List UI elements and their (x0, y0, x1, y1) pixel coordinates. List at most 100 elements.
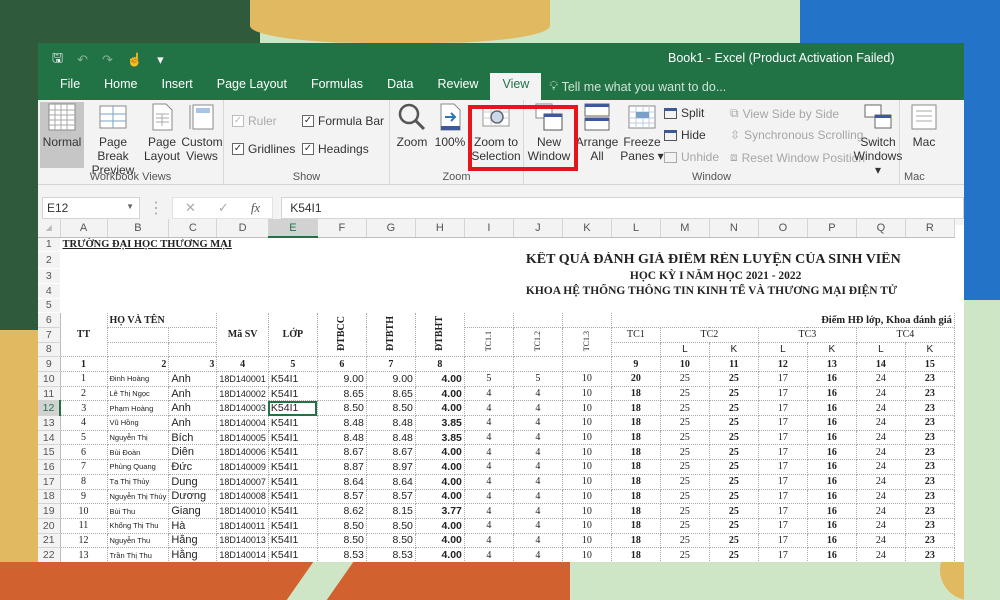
cell-ma-sv[interactable]: 18D140003 (216, 400, 269, 417)
cell-tc4-l[interactable]: 24 (855, 400, 906, 417)
column-header-K[interactable]: K (562, 219, 612, 238)
cell-tc4-l[interactable]: 24 (855, 503, 906, 519)
cell[interactable] (317, 252, 366, 269)
cell-k[interactable]: 10 (561, 473, 612, 490)
cell-ma-sv[interactable]: 18D140013 (216, 532, 269, 549)
redo-icon[interactable]: ↷ (102, 52, 113, 68)
cell[interactable] (415, 269, 464, 284)
row-header-3[interactable]: 3 (38, 268, 60, 284)
cell-tc4-l[interactable]: 24 (855, 547, 906, 562)
tab-data[interactable]: Data (375, 73, 425, 100)
header-l[interactable]: L (659, 341, 710, 358)
cell-k[interactable]: 10 (561, 400, 612, 417)
cell-tc3-k[interactable]: 16 (806, 429, 857, 446)
cell[interactable] (856, 237, 905, 252)
cell-tc1[interactable]: 18 (610, 444, 661, 461)
index-cell[interactable]: 9 (610, 356, 661, 372)
cell[interactable] (610, 341, 661, 358)
zoom-button[interactable]: Zoom (394, 102, 430, 149)
cell[interactable] (464, 269, 513, 284)
row-header-22[interactable]: 22 (38, 547, 61, 562)
column-header-P[interactable]: P (807, 219, 857, 238)
header-l[interactable]: L (855, 341, 906, 358)
cell[interactable] (464, 252, 513, 269)
cell[interactable] (366, 269, 415, 284)
cell-k[interactable]: 10 (561, 415, 612, 431)
cell-ma-sv[interactable]: 18D140009 (216, 459, 269, 475)
cell-dtbth[interactable]: 8.65 (365, 385, 416, 402)
cell-lop[interactable]: K54I1 (267, 459, 318, 475)
cell-tt[interactable]: 4 (59, 415, 108, 431)
cell-tc2-l[interactable]: 25 (659, 400, 710, 417)
column-header-R[interactable]: R (905, 219, 955, 238)
cell-dtbth[interactable]: 8.50 (365, 400, 416, 417)
row-header-4[interactable]: 4 (38, 283, 60, 299)
row-header-7[interactable]: 7 (38, 327, 61, 343)
formula-input[interactable]: K54I1 (281, 197, 964, 219)
cell-tc3-l[interactable]: 17 (757, 473, 808, 490)
cell[interactable] (217, 252, 269, 269)
reset-window-position-button[interactable]: ⧈ Reset Window Position (730, 150, 865, 165)
cell-dtbcc[interactable]: 8.50 (316, 400, 367, 417)
cell[interactable] (561, 312, 612, 328)
column-header-H[interactable]: H (415, 219, 465, 238)
headings-checkbox[interactable]: ✓ Headings (302, 142, 369, 156)
cell[interactable] (464, 237, 513, 252)
cell-tc3-k[interactable]: 16 (806, 400, 857, 417)
header-lop[interactable]: LỚP (267, 312, 318, 358)
cell[interactable] (107, 252, 169, 269)
column-header-N[interactable]: N (709, 219, 759, 238)
cell-lop[interactable]: K54I1 (267, 385, 318, 402)
cell-dtbth[interactable]: 8.53 (365, 547, 416, 562)
cell-ma-sv[interactable]: 18D140011 (216, 517, 269, 534)
cell-tc2-k[interactable]: 25 (708, 371, 759, 387)
cell-dtbth[interactable]: 8.67 (365, 444, 416, 461)
index-cell[interactable]: 10 (659, 356, 710, 372)
index-cell[interactable]: 13 (806, 356, 857, 372)
cell-lop[interactable]: K54I1 (267, 503, 318, 519)
customize-qat-icon[interactable]: ▾ (157, 52, 164, 68)
cell[interactable] (513, 298, 562, 313)
cell-tc3-k[interactable]: 16 (806, 473, 857, 490)
cell[interactable] (464, 298, 513, 313)
cell[interactable] (611, 298, 660, 313)
cell-tc2-l[interactable]: 25 (659, 503, 710, 519)
cell-tt[interactable]: 2 (59, 385, 108, 402)
column-header-J[interactable]: J (513, 219, 563, 238)
cell-ho[interactable]: Khổng Thị Thu (106, 517, 170, 534)
cell-ten[interactable]: Hằng (168, 547, 218, 562)
cell-tt[interactable]: 9 (59, 488, 108, 505)
page-break-preview-button[interactable]: Page Break Preview (84, 102, 142, 177)
cell-tc1[interactable]: 18 (610, 459, 661, 475)
cell-dtbcc[interactable]: 8.67 (316, 444, 367, 461)
cell-tc4-k[interactable]: 23 (904, 444, 955, 461)
cell-k[interactable]: 10 (561, 517, 612, 534)
index-cell[interactable]: 12 (757, 356, 808, 372)
cell[interactable] (512, 312, 563, 328)
cell-tc4-l[interactable]: 24 (855, 415, 906, 431)
header-tc13[interactable]: TC1.3 (561, 326, 612, 358)
cell-i[interactable]: 4 (463, 517, 514, 534)
formula-bar-checkbox[interactable]: ✓ Formula Bar (302, 114, 384, 128)
index-cell[interactable] (512, 356, 563, 372)
cell-i[interactable]: 4 (463, 444, 514, 461)
cell-dtbth[interactable]: 8.15 (365, 503, 416, 519)
cell-tc3-k[interactable]: 16 (806, 415, 857, 431)
cell-k[interactable]: 10 (561, 503, 612, 519)
cell[interactable] (366, 252, 415, 269)
cell-tc1[interactable]: 18 (610, 547, 661, 562)
cell-tc2-l[interactable]: 25 (659, 473, 710, 490)
cell-tc3-k[interactable]: 16 (806, 517, 857, 534)
enter-icon[interactable]: ✓ (218, 200, 229, 216)
cell[interactable] (168, 341, 218, 358)
cell-ten[interactable]: Hằng (168, 532, 218, 549)
cell-tc3-l[interactable]: 17 (757, 371, 808, 387)
row-header-6[interactable]: 6 (38, 312, 61, 328)
cell-lop[interactable]: K54I1 (267, 371, 318, 387)
cell[interactable] (106, 341, 170, 358)
row-header-19[interactable]: 19 (38, 503, 61, 519)
header-ma-sv[interactable]: Mã SV (216, 312, 269, 358)
cell-k[interactable]: 10 (561, 385, 612, 402)
custom-views-button[interactable]: Custom Views (180, 102, 224, 163)
cell[interactable] (217, 269, 269, 284)
